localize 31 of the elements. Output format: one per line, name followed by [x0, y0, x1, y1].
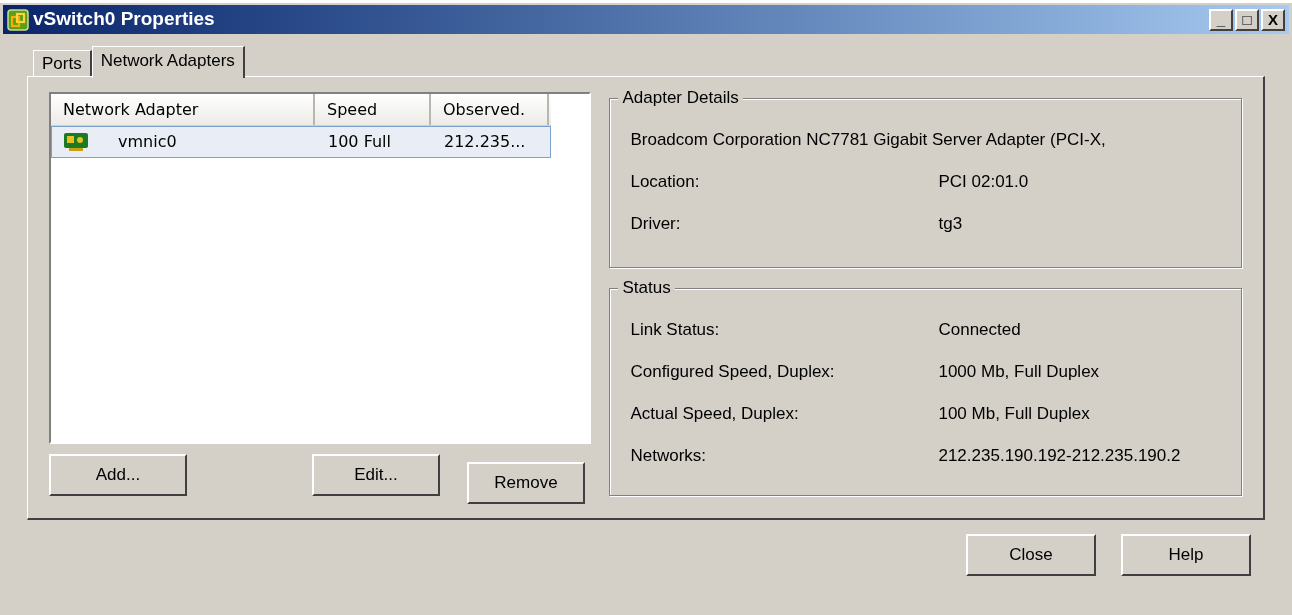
maximize-button[interactable]: □	[1235, 8, 1259, 31]
minimize-button[interactable]: _	[1209, 8, 1233, 31]
field-value: 212.235.190.192-212.235.190.2	[938, 445, 1181, 468]
list-button[interactable]: Add...	[49, 454, 187, 496]
logo-icon	[7, 8, 29, 31]
field-label: Networks:	[630, 445, 708, 468]
table-cell-text: 212.235...	[443, 131, 527, 153]
table-cell-text: 100 Full	[327, 131, 392, 153]
adapter-row[interactable]: vmnic0 100 Full 212.235...	[51, 126, 552, 158]
field-label: Configured Speed, Duplex:	[630, 361, 836, 384]
adapter-description: Broadcom Corporation NC7781 Gigabit Server Adapter (PCI-X,	[630, 129, 1107, 152]
tab[interactable]: Network Adapters	[91, 46, 245, 78]
field-label: Actual Speed, Duplex:	[630, 403, 800, 426]
list-button[interactable]: Edit...	[312, 454, 440, 496]
dialog-button[interactable]: Close	[966, 534, 1096, 576]
field-value: 1000 Mb, Full Duplex	[938, 361, 1100, 384]
group-title: Adapter Details	[618, 88, 743, 108]
field-label: Location:	[630, 171, 701, 194]
tab[interactable]: Ports	[33, 50, 92, 76]
window-close-button[interactable]: X	[1261, 8, 1285, 31]
network-card-icon	[64, 133, 88, 151]
list-button[interactable]: Remove	[467, 462, 585, 504]
field-label: Driver:	[630, 213, 682, 236]
field-value: Connected	[938, 319, 1021, 342]
field-value: tg3	[938, 213, 963, 236]
dialog-button[interactable]: Help	[1121, 534, 1251, 576]
field-value: PCI 02:01.0	[938, 171, 1029, 194]
field-label: Link Status:	[630, 319, 721, 342]
table-cell-text: vmnic0	[118, 131, 177, 153]
window-title: vSwitch0 Properties	[33, 7, 215, 32]
field-value: 100 Mb, Full Duplex	[938, 403, 1090, 426]
